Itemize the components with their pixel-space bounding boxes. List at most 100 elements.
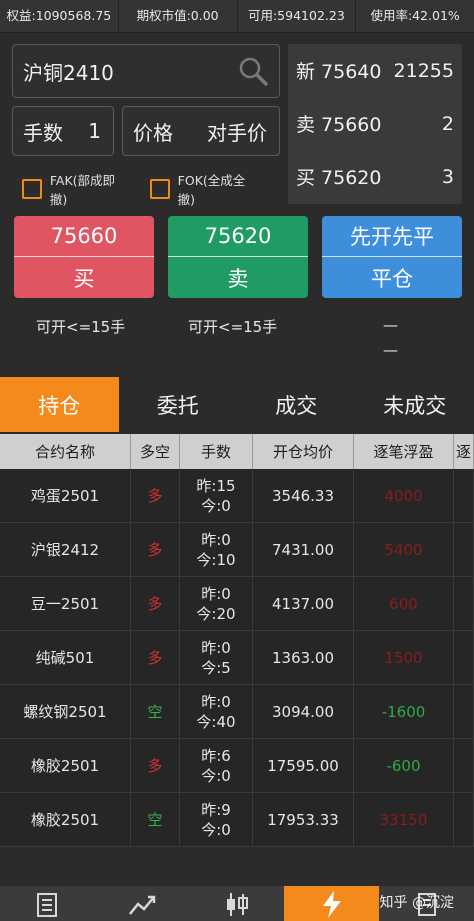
fak-label: FAK(部成即撤): [49, 173, 116, 207]
tab-orders[interactable]: 委托: [119, 377, 238, 432]
nav-list[interactable]: [0, 886, 95, 921]
row-avg-price: 3094.00: [253, 685, 354, 738]
row-pnl: 5400: [354, 523, 454, 576]
quote-panel: 新 75640 21255 卖 75660 2 买 75620 3: [288, 44, 462, 204]
row-pnl: 600: [354, 577, 454, 630]
fok-label: FOK(全成全撤): [177, 173, 246, 207]
price-value: 对手价: [207, 120, 267, 145]
sell-label: 卖: [227, 266, 249, 291]
search-icon[interactable]: [237, 55, 269, 87]
close-hint-1: —: [383, 316, 398, 334]
nav-trade[interactable]: [284, 886, 380, 921]
usage-rate-label: 使用率:42.01%: [370, 8, 460, 23]
row-more: [454, 469, 474, 522]
header-lots: 手数: [180, 434, 253, 469]
quote-bid-price: 买 75620: [296, 167, 382, 189]
candlestick-icon: [226, 892, 248, 916]
buy-button[interactable]: 75660 买: [14, 216, 154, 298]
close-mode: 先开先平: [322, 216, 462, 257]
table-row[interactable]: 橡胶2501 空昨:9 今:0 17953.33 33150: [0, 793, 474, 847]
table-row[interactable]: 纯碱501 多昨:0 今:5 1363.00 1500: [0, 631, 474, 685]
row-direction: 多: [131, 523, 180, 576]
row-direction: 多: [131, 469, 180, 522]
quantity-field[interactable]: 手数 1: [12, 106, 114, 156]
positions-table: 鸡蛋2501 多昨:15 今:0 3546.33 4000 沪银2412 多昨:0 今:10 7…: [0, 469, 474, 847]
row-more: [454, 793, 474, 846]
row-lots: 昨:9 今:0: [180, 793, 253, 846]
sell-available-hint: 可开<=15手: [188, 318, 278, 336]
row-pnl: 1500: [354, 631, 454, 684]
table-row[interactable]: 鸡蛋2501 多昨:15 今:0 3546.33 4000: [0, 469, 474, 523]
header-contract: 合约名称: [0, 434, 131, 469]
row-contract: 纯碱501: [0, 631, 131, 684]
row-lots: 昨:0 今:40: [180, 685, 253, 738]
close-hint-2: —: [383, 341, 398, 359]
row-lots-yesterday: 昨:0: [201, 530, 231, 549]
row-avg-price: 17595.00: [253, 739, 354, 792]
table-header: 合约名称 多空 手数 开仓均价 逐笔浮盈 逐: [0, 434, 474, 469]
trade-buttons: 75660 买 75620 卖 先开先平 平仓: [14, 216, 462, 298]
list-icon: [37, 892, 58, 917]
lightning-icon: [322, 890, 341, 918]
watermark: 知乎 @沉淀: [379, 895, 454, 911]
quantity-value: 1: [88, 119, 101, 143]
sell-button[interactable]: 75620 卖: [168, 216, 308, 298]
header-pnl: 逐笔浮盈: [354, 434, 454, 469]
row-avg-price: 7431.00: [253, 523, 354, 576]
row-lots: 昨:0 今:20: [180, 577, 253, 630]
contract-input[interactable]: 沪铜2410: [12, 44, 280, 98]
header-avg-price: 开仓均价: [253, 434, 354, 469]
order-panel: 沪铜2410 手数 1 价格 对手价 FAK(部成即撤) FOK(全成全撤): [12, 44, 280, 208]
row-lots: 昨:0 今:10: [180, 523, 253, 576]
row-lots-today: 今:5: [201, 658, 231, 677]
buy-label: 买: [73, 266, 95, 291]
price-field[interactable]: 价格 对手价: [122, 106, 280, 156]
close-label: 平仓: [371, 266, 413, 291]
row-direction: 多: [131, 631, 180, 684]
fak-checkbox[interactable]: FAK(部成即撤): [22, 170, 132, 208]
row-lots-yesterday: 昨:6: [201, 746, 231, 765]
option-value-label: 期权市值:0.00: [119, 0, 238, 32]
tab-positions[interactable]: 持仓: [0, 377, 119, 432]
trend-icon: [129, 895, 156, 915]
quote-ask: 卖 75660 2: [288, 97, 462, 150]
nav-candles[interactable]: [190, 886, 285, 921]
table-row[interactable]: 沪银2412 多昨:0 今:10 7431.00 5400: [0, 523, 474, 577]
row-lots-today: 今:40: [196, 712, 236, 731]
row-pnl: -1600: [354, 685, 454, 738]
equity-label: 权益:1090568.75: [0, 0, 119, 32]
row-direction: 空: [131, 685, 180, 738]
table-row[interactable]: 橡胶2501 多昨:6 今:0 17595.00 -600: [0, 739, 474, 793]
buy-price: 75660: [14, 216, 154, 257]
row-lots-yesterday: 昨:0: [201, 584, 231, 603]
quote-bid: 买 75620 3: [288, 150, 462, 203]
tab-trades[interactable]: 成交: [237, 377, 356, 432]
row-lots-today: 今:0: [201, 820, 231, 839]
header-direction: 多空: [131, 434, 180, 469]
row-lots-yesterday: 昨:15: [196, 476, 236, 495]
row-lots-yesterday: 昨:0: [201, 692, 231, 711]
contract-value: 沪铜2410: [23, 60, 114, 85]
checkbox-icon: [149, 179, 170, 199]
account-summary-bar: 权益:1090568.75 期权市值:0.00 可用:594102.23 使用率…: [0, 0, 474, 33]
row-pnl: 33150: [354, 793, 454, 846]
row-direction: 多: [131, 739, 180, 792]
table-row[interactable]: 豆一2501 多昨:0 今:20 4137.00 600: [0, 577, 474, 631]
checkbox-icon: [22, 179, 42, 199]
table-row[interactable]: 螺纹钢2501 空昨:0 今:40 3094.00 -1600: [0, 685, 474, 739]
position-tabs: 持仓 委托 成交 未成交: [0, 377, 474, 432]
quote-ask-volume: 2: [441, 112, 454, 135]
row-contract: 螺纹钢2501: [0, 685, 131, 738]
row-lots-today: 今:10: [196, 550, 236, 569]
row-more: [454, 739, 474, 792]
row-contract: 鸡蛋2501: [0, 469, 131, 522]
row-lots: 昨:6 今:0: [180, 739, 253, 792]
header-more: 逐: [454, 434, 474, 469]
fok-checkbox[interactable]: FOK(全成全撤): [149, 170, 262, 208]
nav-trend[interactable]: [95, 886, 190, 921]
tab-pending[interactable]: 未成交: [356, 377, 474, 432]
close-position-button[interactable]: 先开先平 平仓: [322, 216, 462, 298]
row-lots-yesterday: 昨:9: [201, 800, 231, 819]
row-more: [454, 685, 474, 738]
buy-available-hint: 可开<=15手: [36, 318, 126, 336]
